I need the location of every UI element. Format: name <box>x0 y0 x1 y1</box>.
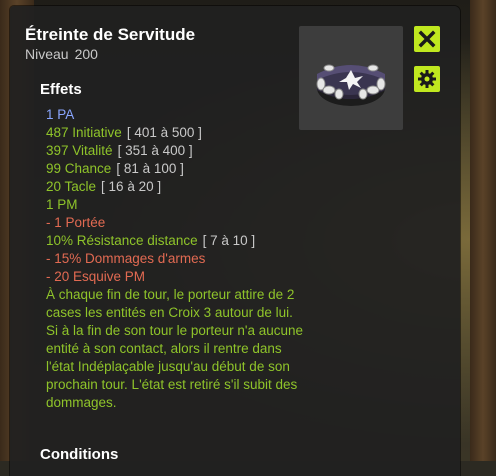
effect-description: À chaque fin de tour, le porteur attire … <box>46 287 303 410</box>
gear-icon <box>418 70 436 88</box>
settings-button[interactable] <box>414 66 440 92</box>
effects-heading: Effets <box>40 81 82 98</box>
effect-line: 1 PA <box>46 106 306 124</box>
collar-icon <box>316 64 386 106</box>
close-button[interactable] <box>414 26 440 52</box>
effect-text: 1 PM <box>46 197 78 212</box>
effect-line: - 1 Portée <box>46 214 306 232</box>
item-tooltip: Étreinte de Servitude Niveau 200 Effets … <box>10 6 460 476</box>
effect-line: 487 Initiative [ 401 à 500 ] <box>46 124 306 142</box>
effect-line: 397 Vitalité [ 351 à 400 ] <box>46 142 306 160</box>
tree-trunk <box>470 0 496 461</box>
level-value: 200 <box>74 46 98 62</box>
effect-line: 99 Chance [ 81 à 100 ] <box>46 160 306 178</box>
effect-range: [ 7 à 10 ] <box>202 233 256 248</box>
item-level: Niveau 200 <box>25 46 104 62</box>
effect-range: [ 16 à 20 ] <box>101 179 162 194</box>
effect-line: 1 PM <box>46 196 306 214</box>
item-title: Étreinte de Servitude <box>25 25 196 44</box>
effect-range: [ 351 à 400 ] <box>117 143 193 158</box>
level-label: Niveau <box>25 46 69 62</box>
effect-text: 20 Tacle <box>46 179 97 194</box>
effects-list: 1 PA 487 Initiative [ 401 à 500 ] 397 Vit… <box>46 106 306 412</box>
close-icon <box>418 30 436 48</box>
effect-text: 10% Résistance distance <box>46 233 198 248</box>
effect-line: - 20 Esquive PM <box>46 268 306 286</box>
effect-text: - 20 Esquive PM <box>46 269 146 284</box>
effect-text: 397 Vitalité <box>46 143 113 158</box>
effect-text: 487 Initiative <box>46 125 122 140</box>
effect-text: 99 Chance <box>46 161 112 176</box>
effect-line: 20 Tacle [ 16 à 20 ] <box>46 178 306 196</box>
effect-line: 10% Résistance distance [ 7 à 10 ] <box>46 232 306 250</box>
effect-text: - 15% Dommages d'armes <box>46 251 206 266</box>
effect-range: [ 401 à 500 ] <box>126 125 202 140</box>
item-image-frame <box>299 26 403 130</box>
effect-text: 1 PA <box>46 107 75 122</box>
conditions-heading: Conditions <box>40 446 119 463</box>
effect-line: - 15% Dommages d'armes <box>46 250 306 268</box>
effect-text: - 1 Portée <box>46 215 106 230</box>
effect-range: [ 81 à 100 ] <box>116 161 184 176</box>
